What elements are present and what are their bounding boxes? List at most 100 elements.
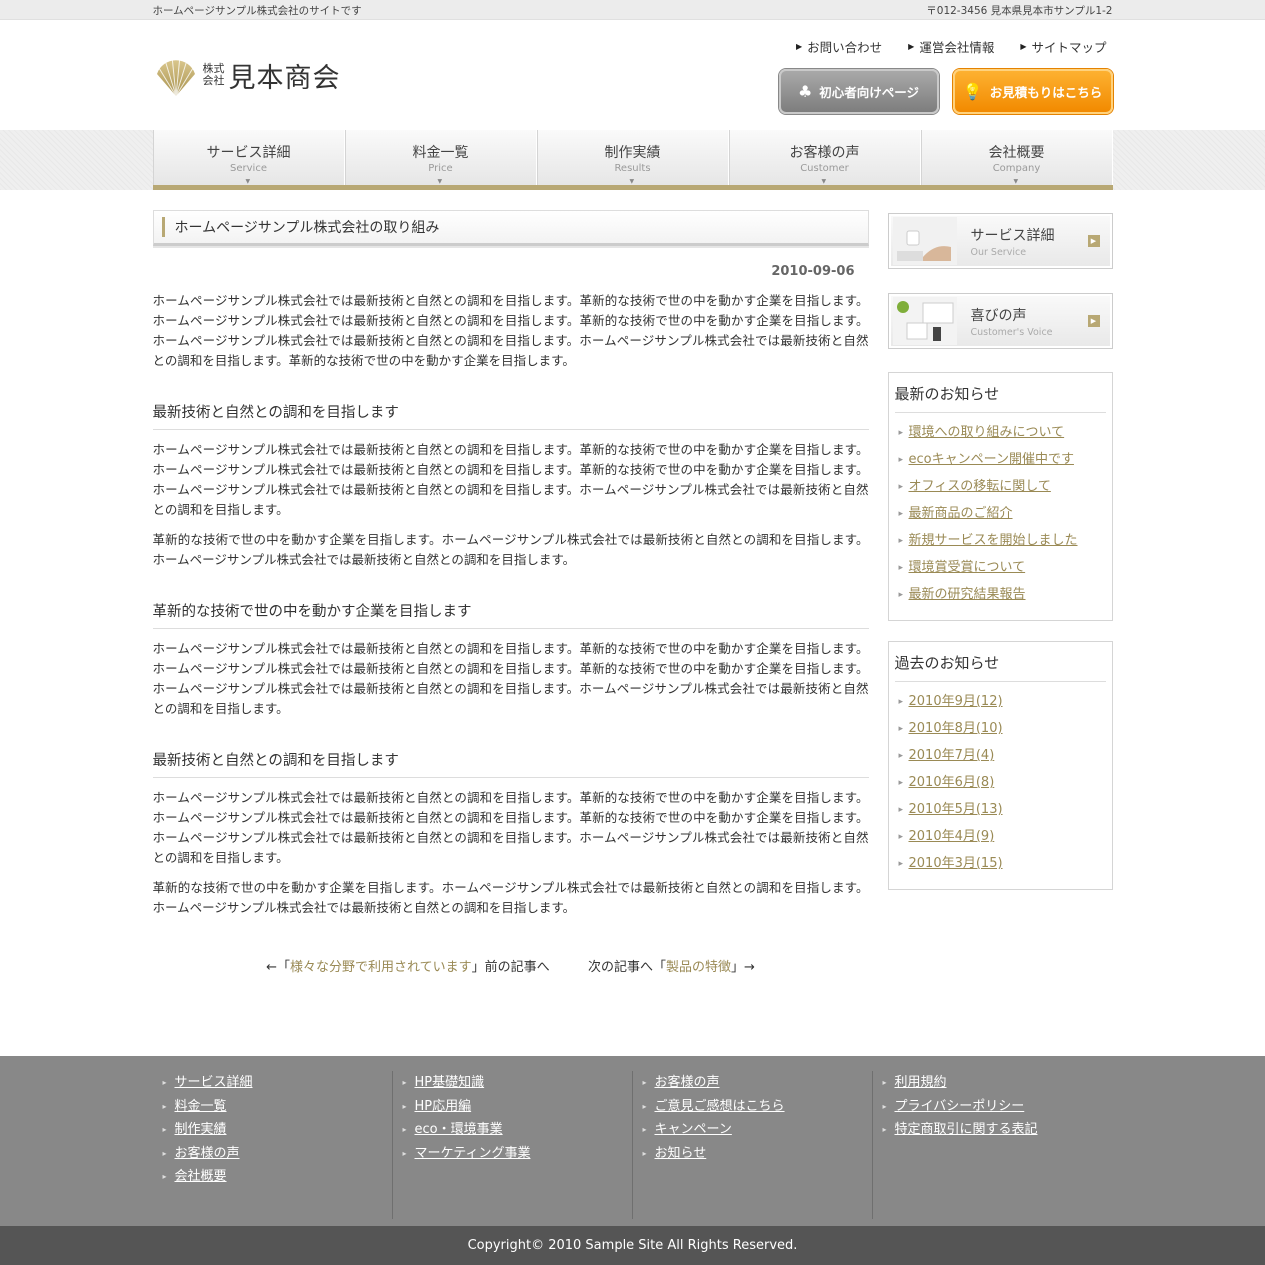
archive-link[interactable]: 2010年8月(10) [895,715,1106,742]
nav-item-customer[interactable]: お客様の声 Customer ▼ [728,130,921,185]
section-heading: 最新技術と自然との調和を目指します [152,749,869,778]
news-link[interactable]: 最新商品のご紹介 [895,500,1106,527]
nav-label: サービス詳細 [206,145,291,161]
section-heading: 最新技術と自然との調和を目指します [152,401,869,430]
footer-link[interactable]: 料金一覧 [163,1095,392,1119]
sidebar-banner-service[interactable]: サービス詳細 Our Service ▶ [887,213,1113,269]
estimate-button-label: お見積もりはこちら [989,85,1103,100]
nav-item-price[interactable]: 料金一覧 Price ▼ [344,130,537,185]
article: ホームページサンプル株式会社の取り組み 2010-09-06 ホームページサンプ… [152,210,869,928]
nav-item-results[interactable]: 制作実績 Results ▼ [536,130,729,185]
nav-item-service[interactable]: サービス詳細 Service ▼ [152,130,345,185]
footer-link[interactable]: 特定商取引に関する表記 [883,1118,1113,1142]
nav-sublabel: Results [614,163,651,174]
archive-link[interactable]: 2010年6月(8) [895,769,1106,796]
article-intro: ホームページサンプル株式会社では最新技術と自然との調和を目指します。革新的な技術… [152,293,869,368]
archive-link[interactable]: 2010年4月(9) [895,823,1106,850]
footer-link[interactable]: 利用規約 [883,1071,1113,1095]
nav-sublabel: Price [428,163,453,174]
archive-link[interactable]: 2010年3月(15) [895,850,1106,877]
archive-link[interactable]: 2010年9月(12) [895,688,1106,715]
arrow-down-icon: ▼ [1013,178,1019,185]
pager-prev-suffix: 」前の記事へ [471,960,550,975]
footer-link[interactable]: eco・環境事業 [403,1118,632,1142]
estimate-button[interactable]: 💡 お見積もりはこちら [952,69,1113,114]
news-link[interactable]: 最新の研究結果報告 [895,581,1106,608]
header-links: ▶ お問い合わせ ▶ 運営会社情報 ▶ サイトマップ [796,37,1107,56]
news-link[interactable]: オフィスの移転に関して [895,473,1106,500]
triangle-right-icon: ▶ [908,42,915,51]
nav-label: 料金一覧 [412,145,469,161]
article-date: 2010-09-06 [771,264,855,279]
site-logo[interactable]: 株式会社 見本商会 [153,52,341,98]
header-link-label: 運営会社情報 [919,40,995,55]
footer-link[interactable]: お知らせ [643,1142,872,1166]
section-paragraph: 革新的な技術で世の中を動かす企業を目指します。ホームページサンプル株式会社では最… [152,532,869,567]
header-link-label: お問い合わせ [807,40,883,55]
next-article-link[interactable]: 製品の特徴 [666,960,731,975]
news-link[interactable]: 環境賞受賞について [895,554,1106,581]
logo-company-name: 見本商会 [228,62,341,94]
page-title: ホームページサンプル株式会社の取り組み [152,210,869,246]
news-link[interactable]: ecoキャンペーン開催中です [895,446,1106,473]
footer-link[interactable]: HP応用編 [403,1095,632,1119]
footer-link[interactable]: マーケティング事業 [403,1142,632,1166]
nav-sublabel: Customer [800,163,849,174]
footer-link[interactable]: 制作実績 [163,1118,392,1142]
page-title-text: ホームページサンプル株式会社の取り組み [174,220,440,236]
arrow-down-icon: ▼ [629,178,635,185]
pager-next-suffix: 」→ [730,960,755,975]
footer-link[interactable]: お客様の声 [163,1142,392,1166]
banner-subtitle: Our Service [970,246,1027,258]
archive-list: 2010年9月(12) 2010年8月(10) 2010年7月(4) 2010年… [895,688,1106,877]
beginner-page-button[interactable]: ♣ 初心者向けページ [778,69,939,114]
header-link-sitemap[interactable]: ▶ サイトマップ [1020,37,1106,56]
arrow-down-icon: ▼ [437,178,443,185]
footer-column-4: 利用規約 プライバシーポリシー 特定商取引に関する表記 [873,1071,1113,1219]
pager-prev-prefix: ←「 [266,960,291,975]
plant-devices-image-icon [892,297,957,345]
latest-news-list: 環境への取り組みについて ecoキャンペーン開催中です オフィスの移転に関して … [895,419,1106,608]
nav-label: 会社概要 [988,145,1045,161]
nav-label: お客様の声 [789,145,860,161]
nav-item-company[interactable]: 会社概要 Company ▼ [920,130,1113,185]
footer-column-3: お客様の声 ご意見ご感想はこちら キャンペーン お知らせ [633,1071,873,1219]
news-link[interactable]: 環境への取り組みについて [895,419,1106,446]
beginner-button-label: 初心者向けページ [819,85,920,100]
nav-sublabel: Company [992,163,1041,174]
header-buttons: ♣ 初心者向けページ 💡 お見積もりはこちら [778,69,1113,114]
header-link-company-info[interactable]: ▶ 運営会社情報 [908,37,994,56]
triangle-right-icon: ▶ [1020,42,1027,51]
section-paragraph: ホームページサンプル株式会社では最新技術と自然との調和を目指します。革新的な技術… [152,641,869,716]
footer-link[interactable]: ご意見ご感想はこちら [643,1095,872,1119]
lightbulb-icon: 💡 [962,82,983,101]
news-link[interactable]: 新規サービスを開始しました [895,527,1106,554]
footer-link[interactable]: HP基礎知識 [403,1071,632,1095]
copyright: Copyright© 2010 Sample Site All Rights R… [0,1226,1265,1265]
arrow-right-icon: ▶ [1087,315,1100,327]
footer-link[interactable]: お客様の声 [643,1071,872,1095]
latest-news-box: 最新のお知らせ 環境への取り組みについて ecoキャンペーン開催中です オフィス… [887,372,1113,621]
archive-link[interactable]: 2010年5月(13) [895,796,1106,823]
title-accent-bar [161,217,165,237]
footer-link[interactable]: 会社概要 [163,1165,392,1189]
site-tagline: ホームページサンプル株式会社のサイトです [152,4,362,17]
header-link-contact[interactable]: ▶ お問い合わせ [796,37,882,56]
shell-logo-icon [156,55,195,97]
footer-link[interactable]: キャンペーン [643,1118,872,1142]
global-nav-background: サービス詳細 Service ▼ 料金一覧 Price ▼ 制作実績 Resul… [0,130,1265,190]
banner-title: サービス詳細 [970,227,1055,244]
footer-link[interactable]: サービス詳細 [163,1071,392,1095]
footer-link[interactable]: プライバシーポリシー [883,1095,1113,1119]
prev-article-link[interactable]: 様々な分野で利用されています [290,960,472,975]
archive-link[interactable]: 2010年7月(4) [895,742,1106,769]
top-bar: ホームページサンプル株式会社のサイトです 〒012-3456 見本県見本市サンプ… [0,0,1265,20]
header: 株式会社 見本商会 ▶ お問い合わせ ▶ 運営会社情報 ▶ サイトマップ ♣ 初心者向… [0,20,1265,130]
article-pager: ←「様々な分野で利用されています」前の記事へ 次の記事へ「製品の特徴」→ [153,956,869,975]
banner-title: 喜びの声 [970,307,1027,324]
logo-small-text: 株式会社 [202,62,225,87]
global-nav: サービス詳細 Service ▼ 料金一覧 Price ▼ 制作実績 Resul… [152,130,1113,190]
triangle-right-icon: ▶ [795,42,803,51]
footer: サービス詳細 料金一覧 制作実績 お客様の声 会社概要 HP基礎知識 HP応用編… [0,1056,1265,1226]
sidebar-banner-voice[interactable]: 喜びの声 Customer's Voice ▶ [887,293,1113,349]
